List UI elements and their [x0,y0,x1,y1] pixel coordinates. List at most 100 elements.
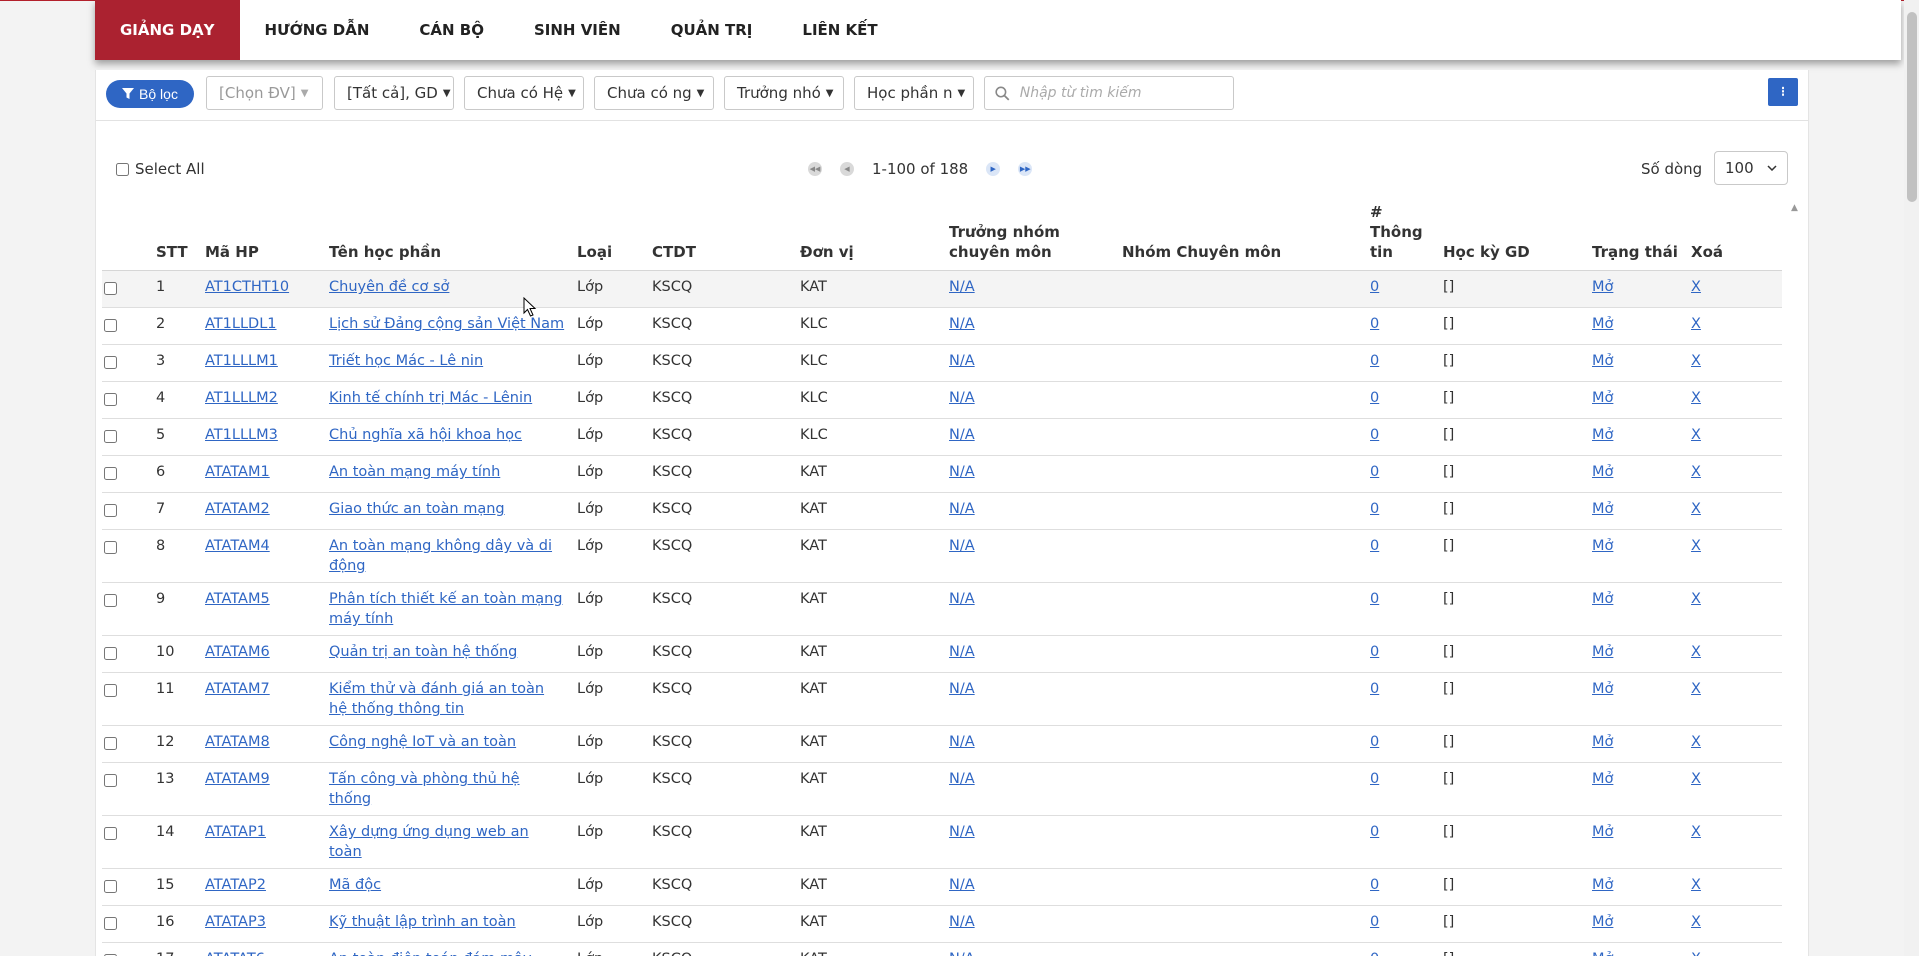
cell-lead-link[interactable]: N/A [949,951,975,956]
cell-name-link[interactable]: Chủ nghĩa xã hội khoa học [329,427,522,443]
nav-item-5[interactable]: LIÊN KẾT [777,0,902,60]
cell-status-link[interactable]: Mở [1592,877,1613,893]
cell-name-link[interactable]: An toàn mạng máy tính [329,464,500,480]
header-lead[interactable]: Trưởng nhóm chuyên môn [943,200,1116,271]
header-term[interactable]: Học kỳ GD [1437,200,1586,271]
more-menu-button[interactable]: ⁝ [1768,78,1798,106]
delete-link[interactable]: X [1691,464,1701,480]
cell-info-link[interactable]: 0 [1370,464,1379,480]
select-all[interactable]: Select All [116,160,205,178]
cell-lead-link[interactable]: N/A [949,877,975,893]
cell-info-link[interactable]: 0 [1370,353,1379,369]
cell-status-link[interactable]: Mở [1592,390,1613,406]
delete-link[interactable]: X [1691,591,1701,607]
rows-per-page-select[interactable]: 100 [1714,151,1788,185]
row-checkbox[interactable] [104,594,117,607]
delete-link[interactable]: X [1691,877,1701,893]
cell-code-link[interactable]: ATATAM2 [205,501,270,517]
semester-dropdown[interactable]: [Tất cả], GD ▼ [334,76,454,110]
cell-lead-link[interactable]: N/A [949,824,975,840]
cell-status-link[interactable]: Mở [1592,538,1613,554]
delete-link[interactable]: X [1691,951,1701,956]
cell-lead-link[interactable]: N/A [949,427,975,443]
cell-code-link[interactable]: AT1LLLM3 [205,427,278,443]
next-page-icon[interactable]: ▶ [986,162,1001,176]
row-checkbox[interactable] [104,430,117,443]
delete-link[interactable]: X [1691,390,1701,406]
cell-status-link[interactable]: Mở [1592,771,1613,787]
nav-item-0[interactable]: GIẢNG DẠY [95,0,240,60]
cell-code-link[interactable]: ATATAM6 [205,644,270,660]
cell-code-link[interactable]: AT1CTHT10 [205,279,289,295]
cell-status-link[interactable]: Mở [1592,279,1613,295]
cell-name-link[interactable]: Quản trị an toàn hệ thống [329,644,517,660]
system-dropdown[interactable]: Chưa có Hệ ▼ [464,76,584,110]
cell-info-link[interactable]: 0 [1370,316,1379,332]
cell-name-link[interactable]: Kiểm thử và đánh giá an toàn hệ thống th… [329,681,544,717]
cell-lead-link[interactable]: N/A [949,501,975,517]
cell-lead-link[interactable]: N/A [949,591,975,607]
cell-status-link[interactable]: Mở [1592,591,1613,607]
cell-name-link[interactable]: An toàn điện toán đám mây [329,951,532,956]
cell-info-link[interactable]: 0 [1370,390,1379,406]
row-checkbox[interactable] [104,393,117,406]
cell-code-link[interactable]: ATATAP1 [205,824,266,840]
row-checkbox[interactable] [104,504,117,517]
header-code[interactable]: Mã HP [199,200,323,271]
row-checkbox[interactable] [104,684,117,697]
cell-status-link[interactable]: Mở [1592,681,1613,697]
row-checkbox[interactable] [104,541,117,554]
table-scrollbar[interactable]: ▲ [1788,200,1802,956]
nav-item-2[interactable]: CÁN BỘ [394,0,509,60]
cell-lead-link[interactable]: N/A [949,353,975,369]
scroll-up-icon[interactable]: ▲ [1791,203,1798,213]
cell-status-link[interactable]: Mở [1592,353,1613,369]
prev-page-icon[interactable]: ◀ [840,162,854,176]
header-group[interactable]: Nhóm Chuyên môn [1116,200,1364,271]
last-page-icon[interactable]: ▶▶ [1018,162,1033,176]
delete-link[interactable]: X [1691,771,1701,787]
cell-info-link[interactable]: 0 [1370,644,1379,660]
row-checkbox[interactable] [104,737,117,750]
cell-name-link[interactable]: Phân tích thiết kế an toàn mạng máy tính [329,591,562,627]
first-page-icon[interactable]: ◀◀ [808,162,822,176]
nav-item-1[interactable]: HƯỚNG DẪN [240,0,395,60]
person-dropdown[interactable]: Chưa có ng ▼ [594,76,714,110]
cell-info-link[interactable]: 0 [1370,501,1379,517]
cell-name-link[interactable]: Tấn công và phòng thủ hệ thống [329,771,520,807]
header-info[interactable]: # Thông tin [1364,200,1437,271]
delete-link[interactable]: X [1691,538,1701,554]
delete-link[interactable]: X [1691,279,1701,295]
filter-button[interactable]: Bộ lọc [106,80,194,108]
page-scrollbar[interactable] [1904,0,1919,956]
cell-name-link[interactable]: Giao thức an toàn mạng [329,501,505,517]
cell-code-link[interactable]: AT1LLDL1 [205,316,277,332]
cell-code-link[interactable]: ATATAP3 [205,914,266,930]
cell-name-link[interactable]: Kinh tế chính trị Mác - Lênin [329,390,532,406]
cell-status-link[interactable]: Mở [1592,316,1613,332]
cell-info-link[interactable]: 0 [1370,877,1379,893]
delete-link[interactable]: X [1691,914,1701,930]
cell-status-link[interactable]: Mở [1592,427,1613,443]
cell-status-link[interactable]: Mở [1592,824,1613,840]
cell-lead-link[interactable]: N/A [949,464,975,480]
row-checkbox[interactable] [104,880,117,893]
cell-info-link[interactable]: 0 [1370,771,1379,787]
nav-item-3[interactable]: SINH VIÊN [509,0,646,60]
cell-lead-link[interactable]: N/A [949,644,975,660]
search-input[interactable] [1017,84,1223,102]
cell-name-link[interactable]: Kỹ thuật lập trình an toàn [329,914,516,930]
cell-code-link[interactable]: ATATAM8 [205,734,270,750]
delete-link[interactable]: X [1691,824,1701,840]
cell-info-link[interactable]: 0 [1370,951,1379,956]
cell-name-link[interactable]: Chuyên đề cơ sở [329,279,449,295]
header-ctdt[interactable]: CTDT [646,200,794,271]
cell-status-link[interactable]: Mở [1592,914,1613,930]
cell-name-link[interactable]: Mã độc [329,877,381,893]
unit-dropdown[interactable]: [Chọn ĐV] ▼ [206,76,323,110]
cell-info-link[interactable]: 0 [1370,427,1379,443]
row-checkbox[interactable] [104,827,117,840]
cell-code-link[interactable]: ATATAM7 [205,681,270,697]
row-checkbox[interactable] [104,282,117,295]
row-checkbox[interactable] [104,319,117,332]
